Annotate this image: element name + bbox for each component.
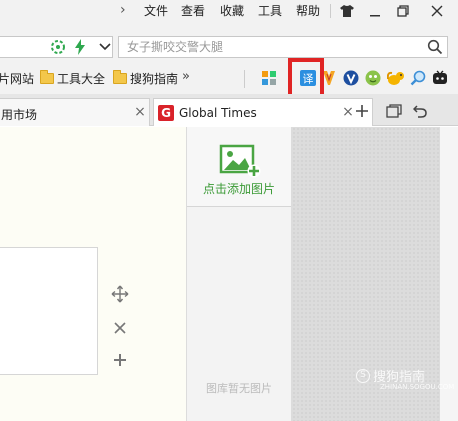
global-times-favicon: G <box>158 105 174 121</box>
add-icon[interactable] <box>110 350 130 370</box>
close-window-icon[interactable] <box>423 0 451 22</box>
squirrel-icon[interactable] <box>387 69 405 87</box>
search-input[interactable] <box>119 37 419 57</box>
editor-canvas <box>0 127 186 421</box>
green-loading-icon[interactable] <box>50 39 66 55</box>
toolbar-divider <box>244 70 245 88</box>
lightning-icon[interactable] <box>72 39 88 55</box>
tab-global-times[interactable]: G Global Times × <box>153 98 373 126</box>
search-box <box>118 36 448 58</box>
address-bar <box>0 22 458 64</box>
tab-app-market[interactable]: 用市场 × <box>0 98 150 126</box>
menu-item-help[interactable]: 帮助 <box>296 4 320 18</box>
text-input-panel[interactable] <box>0 247 98 375</box>
add-image-icon <box>218 143 262 179</box>
restore-icon[interactable] <box>389 0 417 22</box>
watermark-subtext: ZHINAN.SOGOU.COM <box>380 383 455 391</box>
bookmark-folder-tools[interactable]: 工具大全 <box>40 69 106 86</box>
tab-list-icon[interactable] <box>384 101 404 121</box>
bookmark-label: 片网站 <box>0 71 35 86</box>
bookmark-item[interactable]: 片网站 <box>0 70 34 86</box>
scrollbar-track[interactable] <box>440 127 458 421</box>
menu-divider <box>330 4 331 18</box>
menu-item-view[interactable]: 查看 <box>181 4 205 18</box>
menu-item-favorites[interactable]: 收藏 <box>220 4 244 18</box>
tv-icon[interactable] <box>431 69 449 87</box>
v-icon[interactable] <box>342 69 360 87</box>
face-icon[interactable] <box>364 69 382 87</box>
tab-title: 用市场 <box>1 108 38 122</box>
new-tab-plus-icon[interactable] <box>352 101 372 121</box>
move-icon[interactable] <box>110 284 130 304</box>
bookmark-label: 工具大全 <box>57 71 106 86</box>
image-gallery-panel: 点击添加图片 图库暂无图片 <box>186 127 292 421</box>
minimize-icon[interactable] <box>361 0 389 22</box>
search-icon[interactable] <box>427 39 443 55</box>
bookmark-label: 搜狗指南 <box>130 71 179 86</box>
menu-item-tools[interactable]: 工具 <box>258 4 282 18</box>
menu-item-file[interactable]: 文件 <box>144 4 168 18</box>
remove-icon[interactable] <box>110 318 130 338</box>
folder-icon <box>40 69 54 84</box>
folder-icon <box>113 69 127 84</box>
watermark-logo-icon: S <box>356 368 370 383</box>
add-image-button[interactable]: 点击添加图片 <box>187 127 291 207</box>
skin-shirt-icon[interactable] <box>333 0 361 22</box>
apps-grid-icon[interactable] <box>260 69 278 87</box>
menu-expand-chevron-icon[interactable]: › <box>120 3 126 17</box>
undo-close-icon[interactable] <box>410 101 430 121</box>
menu-bar: › 文件 查看 收藏 工具 帮助 <box>0 0 458 22</box>
gallery-empty-label: 图库暂无图片 <box>206 382 272 395</box>
bookmark-folder-guide[interactable]: 搜狗指南 <box>113 69 179 86</box>
tab-title: Global Times <box>179 106 257 120</box>
bookmarks-more-chevron[interactable]: » <box>182 69 190 84</box>
magnifier-icon[interactable] <box>409 69 427 87</box>
add-image-label: 点击添加图片 <box>202 182 275 196</box>
tab-close-icon[interactable]: × <box>133 105 147 119</box>
chevron-down-icon[interactable] <box>95 36 115 58</box>
